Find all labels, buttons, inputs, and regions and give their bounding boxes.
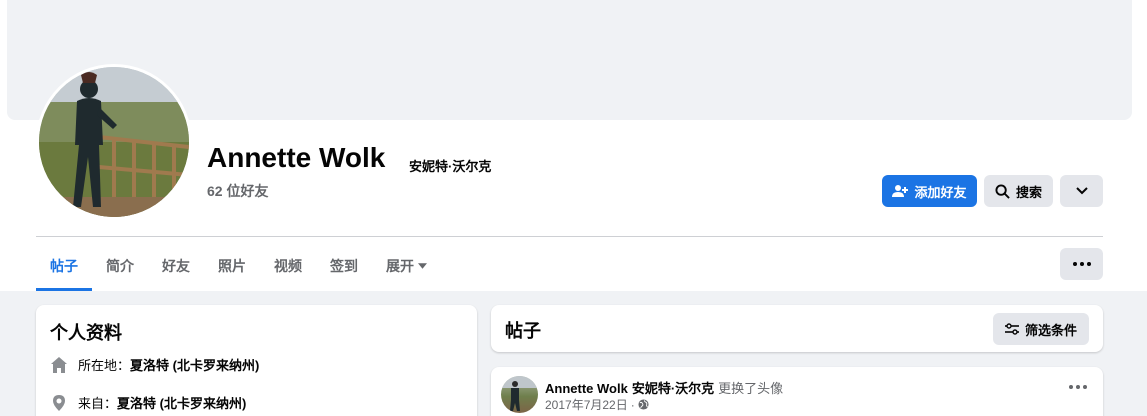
add-friend-label: 添加好友 [914,184,967,200]
caret-down-icon [418,262,427,269]
globe-icon [638,399,649,410]
chevron-down-icon [1075,187,1088,195]
intro-lives-row: 所在地：夏洛特 (北卡罗来纳州) [50,355,259,374]
friends-count-link[interactable]: 62 位好友 [207,181,268,201]
tab-checkins-label: 签到 [330,257,358,274]
posts-header-card: 帖子 筛选条件 [491,305,1103,352]
profile-avatar[interactable] [36,64,192,220]
lives-value[interactable]: 夏洛特 (北卡罗来纳州) [130,358,259,373]
intro-title: 个人资料 [50,323,122,343]
avatar-photo [39,67,189,217]
add-friend-button[interactable]: 添加好友 [882,175,977,207]
posts-title: 帖子 [505,321,541,341]
profile-tabs: 帖子 简介 好友 照片 视频 签到 展开 [36,240,441,291]
post-author-avatar[interactable] [501,376,538,413]
tab-friends[interactable]: 好友 [148,240,204,291]
profile-alt-name: 安妮特·沃尔克 [409,159,492,174]
tab-checkins[interactable]: 签到 [316,240,372,291]
search-button[interactable]: 搜索 [984,175,1053,207]
tab-photos[interactable]: 照片 [204,240,260,291]
post-action-text: 更换了头像 [718,381,784,396]
more-dots-icon [1072,262,1091,266]
search-label: 搜索 [1015,184,1042,200]
tab-about-label: 简介 [106,257,134,274]
intro-from-row: 来自：夏洛特 (北卡罗来纳州) [50,393,246,412]
post-header: Annette Wolk 安妮特·沃尔克 更换了头像 [545,378,783,397]
post-author-alt-name[interactable]: 安妮特·沃尔克 [632,378,714,397]
location-pin-icon [53,394,65,411]
tab-more-label: 展开 [386,257,414,274]
tab-posts-label: 帖子 [50,257,78,274]
profile-name: Annette Wolk [207,142,386,173]
search-icon [995,183,1010,199]
tab-posts[interactable]: 帖子 [36,240,92,291]
tab-friends-label: 好友 [162,257,190,274]
filter-label: 筛选条件 [1024,322,1077,338]
post-meta: 2017年7月22日 · [545,396,649,413]
from-label: 来自： [78,396,118,411]
post-author-name[interactable]: Annette Wolk [545,381,628,396]
post-card: Annette Wolk 安妮特·沃尔克 更换了头像 2017年7月22日 · [491,367,1103,416]
profile-menu-button[interactable] [1060,175,1103,207]
tab-videos[interactable]: 视频 [260,240,316,291]
tabs-options-button[interactable] [1060,248,1103,280]
tab-more[interactable]: 展开 [372,240,441,291]
home-icon [51,356,67,373]
intro-card: 个人资料 所在地：夏洛特 (北卡罗来纳州) 来自：夏洛特 (北卡罗来纳州) [36,305,477,416]
tab-about[interactable]: 简介 [92,240,148,291]
tab-videos-label: 视频 [274,257,302,274]
header-divider [36,236,1103,237]
filter-button[interactable]: 筛选条件 [993,313,1089,345]
post-date[interactable]: 2017年7月22日 [545,396,628,413]
post-meta-separator: · [630,397,635,412]
from-value[interactable]: 夏洛特 (北卡罗来纳州) [117,396,246,411]
add-friend-icon [892,185,909,197]
post-options-button[interactable] [1069,385,1087,389]
filter-sliders-icon [1004,323,1019,335]
lives-label: 所在地： [78,358,131,373]
tab-photos-label: 照片 [218,257,246,274]
